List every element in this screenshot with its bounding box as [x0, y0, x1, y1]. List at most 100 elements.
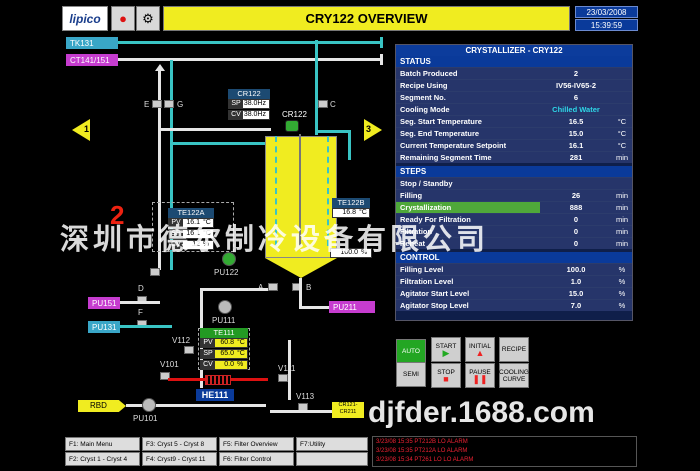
tag-cr121-cr211[interactable]: CR121- CR211 — [332, 402, 364, 418]
start-button[interactable]: START ▶ — [431, 337, 461, 362]
steps-value: 26 — [540, 190, 612, 201]
te111-sp-unit: °C — [237, 350, 245, 357]
valve-e[interactable] — [152, 100, 162, 108]
valve-v112[interactable] — [184, 346, 194, 354]
alarm-item[interactable]: 3/23/08 15:34 PT261 LO LO ALARM — [376, 456, 633, 465]
date-display: 23/03/2008 — [575, 6, 638, 18]
status-value: 6 — [540, 92, 612, 103]
status-row: Cooling Mode Chilled Water — [396, 103, 632, 115]
tag-tk131[interactable]: TK131 — [66, 37, 118, 49]
tag-pu151[interactable]: PU151 — [88, 297, 120, 309]
company-logo: lipico — [62, 6, 108, 31]
steps-value — [540, 178, 612, 189]
te111-title: TE111 — [200, 328, 248, 338]
recipe-button[interactable]: RECIPE — [499, 337, 529, 362]
status-unit — [612, 80, 632, 91]
pipe — [299, 306, 329, 309]
pipe — [315, 40, 318, 135]
steps-unit: min — [612, 214, 632, 225]
cr122-sp-display[interactable]: SP 38.0Hz — [228, 99, 270, 109]
he111-exchanger-icon[interactable] — [205, 375, 231, 385]
pipe — [380, 54, 383, 65]
steps-unit — [612, 178, 632, 189]
status-unit: °C — [612, 116, 632, 127]
cv-label: CV — [201, 361, 215, 369]
steps-value: 0 — [540, 214, 612, 225]
steps-label: Filling — [396, 190, 540, 201]
tag-pu211[interactable]: PU211 — [329, 301, 375, 313]
f7-utility-button[interactable]: F7:Utility — [296, 437, 368, 451]
cr122-cv-display[interactable]: CV 38.0Hz — [228, 110, 270, 120]
semi-button[interactable]: SEMI — [396, 362, 426, 387]
control-label: Filling Level — [396, 264, 540, 275]
tag-pu131[interactable]: PU131 — [88, 321, 120, 333]
f6-filter-control-button[interactable]: F6: Filter Control — [219, 452, 294, 466]
pause-icon: ❚❚ — [472, 373, 488, 384]
v112-label: V112 — [172, 336, 191, 345]
valve-c[interactable] — [318, 100, 328, 108]
te111-pv[interactable]: PV 60.8 °C — [200, 338, 248, 348]
steps-unit: min — [612, 238, 632, 249]
cooling-curve-button[interactable]: COOLING CURVE — [499, 363, 529, 388]
f8-blank-button[interactable] — [296, 452, 368, 466]
cr122-sp-value: 38.0Hz — [243, 100, 266, 107]
status-label: Segment No. — [396, 92, 540, 103]
alarm-item[interactable]: 3/23/08 15:35 PT212B LO ALARM — [376, 438, 633, 447]
te111-sp[interactable]: SP 65.0 °C — [200, 349, 248, 359]
valve-e-label: E — [144, 100, 150, 109]
valve-a[interactable] — [268, 283, 278, 291]
cv-label: CV — [229, 111, 243, 119]
status-value: Chilled Water — [540, 104, 612, 115]
steps-value: 0 — [540, 238, 612, 249]
crystallizer-panel: CRYSTALLIZER - CRY122 STATUS Batch Produ… — [395, 44, 633, 321]
auto-label: AUTO — [402, 348, 420, 355]
status-row: Remaining Segment Time 281 min — [396, 151, 632, 163]
stop-button[interactable]: STOP ■ — [431, 363, 461, 388]
initial-button[interactable]: INITIAL ▲ — [465, 337, 495, 362]
f3-cryst5-8-button[interactable]: F3: Cryst 5 - Cryst 8 — [142, 437, 217, 451]
pu101-label: PU101 — [133, 414, 158, 423]
f1-main-menu-button[interactable]: F1: Main Menu — [65, 437, 140, 451]
status-label: Seg. Start Temperature — [396, 116, 540, 127]
pu122-label: PU122 — [214, 268, 239, 277]
control-unit: % — [612, 276, 632, 287]
agitator-motor-icon[interactable] — [285, 120, 299, 132]
f5-filter-overview-button[interactable]: F5: Filter Overview — [219, 437, 294, 451]
pipe — [120, 325, 172, 328]
status-table: Batch Produced 2 Recipe Using IV56-IV65-2 Se… — [396, 67, 632, 163]
pu101-pump-icon[interactable] — [142, 398, 156, 412]
vessel-cone — [265, 258, 337, 278]
f4-cryst9-11-button[interactable]: F4: Cryst9 - Cryst 11 — [142, 452, 217, 466]
status-unit: °C — [612, 140, 632, 151]
cr122-label: CR122 — [282, 110, 307, 119]
pipe — [380, 37, 383, 48]
status-unit — [612, 104, 632, 115]
control-value: 100.0 — [540, 264, 612, 275]
control-table: Filling Level 100.0% Filtration Level 1.0% A… — [396, 263, 632, 311]
pu111-pump-icon[interactable] — [218, 300, 232, 314]
control-unit: % — [612, 264, 632, 275]
status-label: Seg. End Temperature — [396, 128, 540, 139]
v111-label: V111 — [278, 364, 296, 373]
pipe — [118, 58, 380, 61]
alarm-bell-icon[interactable]: ● — [111, 6, 135, 31]
valve-v111[interactable] — [278, 374, 288, 382]
alarm-list[interactable]: 3/23/08 15:35 PT212B LO ALARM 3/23/08 15… — [372, 436, 637, 467]
page-title: CRY122 OVERVIEW — [163, 6, 570, 31]
te111-cv[interactable]: CV 0.0% — [200, 360, 248, 370]
alarm-item[interactable]: 3/23/08 15:35 PT212A LO ALARM — [376, 447, 633, 456]
watermark-company-name: 深圳市德尔制冷设备有限公司 — [60, 224, 490, 256]
tools-icon[interactable]: ⚙ — [136, 6, 160, 31]
steps-row: Filling 26 min — [396, 189, 632, 201]
auto-button[interactable]: AUTO — [396, 339, 426, 364]
tag-ct141-151[interactable]: CT141/151 — [66, 54, 118, 66]
f2-cryst1-4-button[interactable]: F2: Cryst 1 - Cryst 4 — [65, 452, 140, 466]
function-key-bar: F1: Main Menu F2: Cryst 1 - Cryst 4 F3: … — [65, 436, 369, 467]
tag-rbd[interactable]: RBD — [78, 400, 126, 412]
pause-button[interactable]: PAUSE ❚❚ — [465, 363, 495, 388]
status-unit: °C — [612, 128, 632, 139]
valve-g[interactable] — [164, 100, 174, 108]
cooling-curve-label: COOLING CURVE — [499, 368, 529, 383]
valve[interactable] — [150, 268, 160, 276]
pipe — [270, 410, 332, 413]
